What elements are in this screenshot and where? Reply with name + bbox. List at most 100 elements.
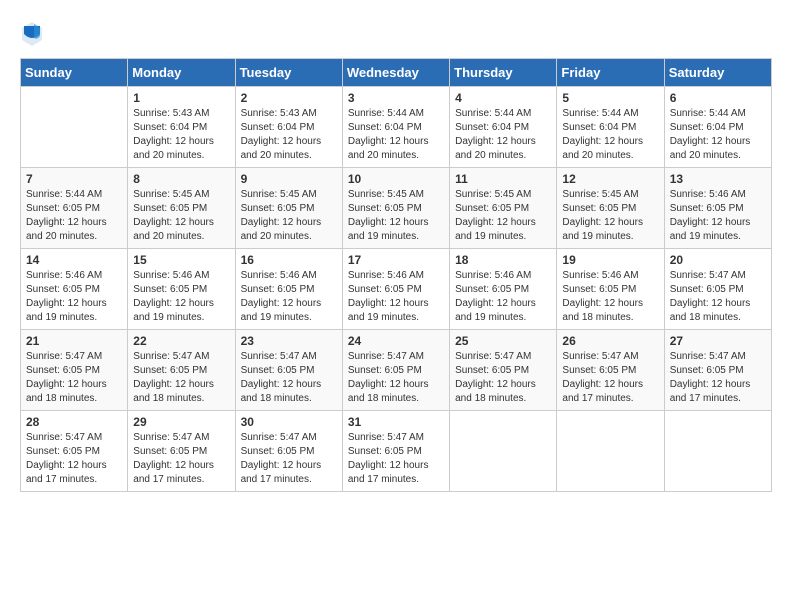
daylight-text-cont: and 17 minutes. [348, 474, 419, 485]
daylight-text: Daylight: 12 hours [348, 217, 429, 228]
sunset-text: Sunset: 6:05 PM [670, 203, 744, 214]
sunrise-text: Sunrise: 5:47 AM [26, 351, 102, 362]
day-cell: 14 Sunrise: 5:46 AM Sunset: 6:05 PM Dayligh… [21, 249, 128, 330]
day-number: 22 [133, 334, 229, 348]
col-header-friday: Friday [557, 59, 664, 87]
sunset-text: Sunset: 6:05 PM [348, 203, 422, 214]
daylight-text-cont: and 17 minutes. [26, 474, 97, 485]
sunset-text: Sunset: 6:05 PM [455, 203, 529, 214]
day-info: Sunrise: 5:44 AM Sunset: 6:04 PM Daylight:… [348, 107, 444, 163]
week-row-5: 28 Sunrise: 5:47 AMSunset: 6:05 PMDayligh… [21, 411, 772, 492]
day-number: 10 [348, 172, 444, 186]
daylight-text: Daylight: 12 hours [455, 298, 536, 309]
daylight-text: Daylight: 12 hours [133, 217, 214, 228]
day-info: Sunrise: 5:44 AMSunset: 6:04 PMDaylight:… [670, 107, 766, 163]
sunset-text: Sunset: 6:05 PM [26, 284, 100, 295]
day-info: Sunrise: 5:46 AMSunset: 6:05 PMDaylight:… [348, 269, 444, 325]
day-cell: 15Sunrise: 5:46 AMSunset: 6:05 PMDayligh… [128, 249, 235, 330]
day-info: Sunrise: 5:47 AMSunset: 6:05 PMDaylight:… [348, 431, 444, 487]
day-number: 11 [455, 172, 551, 186]
day-cell: 11Sunrise: 5:45 AMSunset: 6:05 PMDayligh… [450, 168, 557, 249]
day-number: 24 [348, 334, 444, 348]
day-number: 31 [348, 415, 444, 429]
day-number: 25 [455, 334, 551, 348]
sunrise-text: Sunrise: 5:46 AM [26, 270, 102, 281]
sunrise-text: Sunrise: 5:44 AM [348, 108, 424, 119]
day-info: Sunrise: 5:45 AMSunset: 6:05 PMDaylight:… [133, 188, 229, 244]
daylight-text: Daylight: 12 hours [562, 379, 643, 390]
sunset-text: Sunset: 6:05 PM [26, 365, 100, 376]
daylight-text-cont: and 18 minutes. [241, 393, 312, 404]
day-number: 20 [670, 253, 766, 267]
daylight-text-cont: and 20 minutes. [562, 150, 633, 161]
col-header-thursday: Thursday [450, 59, 557, 87]
day-number: 14 [26, 253, 122, 267]
sunrise-text: Sunrise: 5:47 AM [670, 270, 746, 281]
logo-icon [20, 20, 44, 48]
day-info: Sunrise: 5:46 AMSunset: 6:05 PMDaylight:… [133, 269, 229, 325]
day-cell: 10 Sunrise: 5:45 AM Sunset: 6:05 PM Dayligh… [342, 168, 449, 249]
day-cell [557, 411, 664, 492]
day-number: 7 [26, 172, 122, 186]
sunrise-text: Sunrise: 5:45 AM [348, 189, 424, 200]
daylight-text-cont: and 20 minutes. [133, 150, 204, 161]
day-cell: 29Sunrise: 5:47 AMSunset: 6:05 PMDayligh… [128, 411, 235, 492]
day-number: 28 [26, 415, 122, 429]
day-cell: 25Sunrise: 5:47 AMSunset: 6:05 PMDayligh… [450, 330, 557, 411]
daylight-text-cont: and 20 minutes. [133, 231, 204, 242]
sunrise-text: Sunrise: 5:46 AM [133, 270, 209, 281]
sunset-text: Sunset: 6:05 PM [562, 365, 636, 376]
day-info: Sunrise: 5:47 AMSunset: 6:05 PMDaylight:… [670, 350, 766, 406]
daylight-text: Daylight: 12 hours [26, 298, 107, 309]
day-cell: 24 Sunrise: 5:47 AMSunset: 6:05 PMDayligh… [342, 330, 449, 411]
day-info: Sunrise: 5:44 AMSunset: 6:05 PMDaylight:… [26, 188, 122, 244]
day-info: Sunrise: 5:47 AMSunset: 6:05 PMDaylight:… [348, 350, 444, 406]
daylight-text: Daylight: 12 hours [670, 136, 751, 147]
calendar-table: SundayMondayTuesdayWednesdayThursdayFrid… [20, 58, 772, 492]
sunrise-text: Sunrise: 5:47 AM [455, 351, 531, 362]
day-info: Sunrise: 5:44 AMSunset: 6:04 PMDaylight:… [455, 107, 551, 163]
daylight-text-cont: and 18 minutes. [348, 393, 419, 404]
sunset-text: Sunset: 6:05 PM [348, 365, 422, 376]
day-info: Sunrise: 5:47 AMSunset: 6:05 PMDaylight:… [670, 269, 766, 325]
sunrise-text: Sunrise: 5:47 AM [348, 432, 424, 443]
col-header-sunday: Sunday [21, 59, 128, 87]
day-info: Sunrise: 5:47 AMSunset: 6:05 PMDaylight:… [241, 431, 337, 487]
sunrise-text: Sunrise: 5:46 AM [670, 189, 746, 200]
sunrise-text: Sunrise: 5:46 AM [241, 270, 317, 281]
sunrise-text: Sunrise: 5:46 AM [562, 270, 638, 281]
day-info: Sunrise: 5:45 AM Sunset: 6:05 PM Daylight:… [348, 188, 444, 244]
daylight-text: Daylight: 12 hours [348, 379, 429, 390]
day-number: 18 [455, 253, 551, 267]
daylight-text: Daylight: 12 hours [133, 298, 214, 309]
day-cell: 21Sunrise: 5:47 AMSunset: 6:05 PMDayligh… [21, 330, 128, 411]
day-cell: 1Sunrise: 5:43 AMSunset: 6:04 PMDaylight… [128, 87, 235, 168]
sunset-text: Sunset: 6:04 PM [348, 122, 422, 133]
day-number: 5 [562, 91, 658, 105]
daylight-text: Daylight: 12 hours [562, 217, 643, 228]
daylight-text-cont: and 19 minutes. [241, 312, 312, 323]
daylight-text: Daylight: 12 hours [241, 217, 322, 228]
sunrise-text: Sunrise: 5:45 AM [562, 189, 638, 200]
day-cell: 22Sunrise: 5:47 AMSunset: 6:05 PMDayligh… [128, 330, 235, 411]
daylight-text-cont: and 19 minutes. [26, 312, 97, 323]
day-number: 3 [348, 91, 444, 105]
daylight-text-cont: and 20 minutes. [241, 231, 312, 242]
day-number: 30 [241, 415, 337, 429]
daylight-text: Daylight: 12 hours [348, 136, 429, 147]
daylight-text-cont: and 20 minutes. [241, 150, 312, 161]
day-number: 16 [241, 253, 337, 267]
day-cell: 8 Sunrise: 5:45 AMSunset: 6:05 PMDaylight… [128, 168, 235, 249]
sunrise-text: Sunrise: 5:45 AM [455, 189, 531, 200]
daylight-text-cont: and 19 minutes. [562, 231, 633, 242]
col-header-monday: Monday [128, 59, 235, 87]
day-cell: 26Sunrise: 5:47 AMSunset: 6:05 PMDayligh… [557, 330, 664, 411]
col-header-wednesday: Wednesday [342, 59, 449, 87]
day-number: 6 [670, 91, 766, 105]
sunset-text: Sunset: 6:05 PM [133, 446, 207, 457]
day-number: 8 [133, 172, 229, 186]
day-info: Sunrise: 5:45 AMSunset: 6:05 PMDaylight:… [562, 188, 658, 244]
week-row-3: 14Sunrise: 5:46 AMSunset: 6:05 PMDayligh… [21, 249, 772, 330]
day-cell: 16Sunrise: 5:46 AMSunset: 6:05 PMDayligh… [235, 249, 342, 330]
sunset-text: Sunset: 6:05 PM [241, 446, 315, 457]
